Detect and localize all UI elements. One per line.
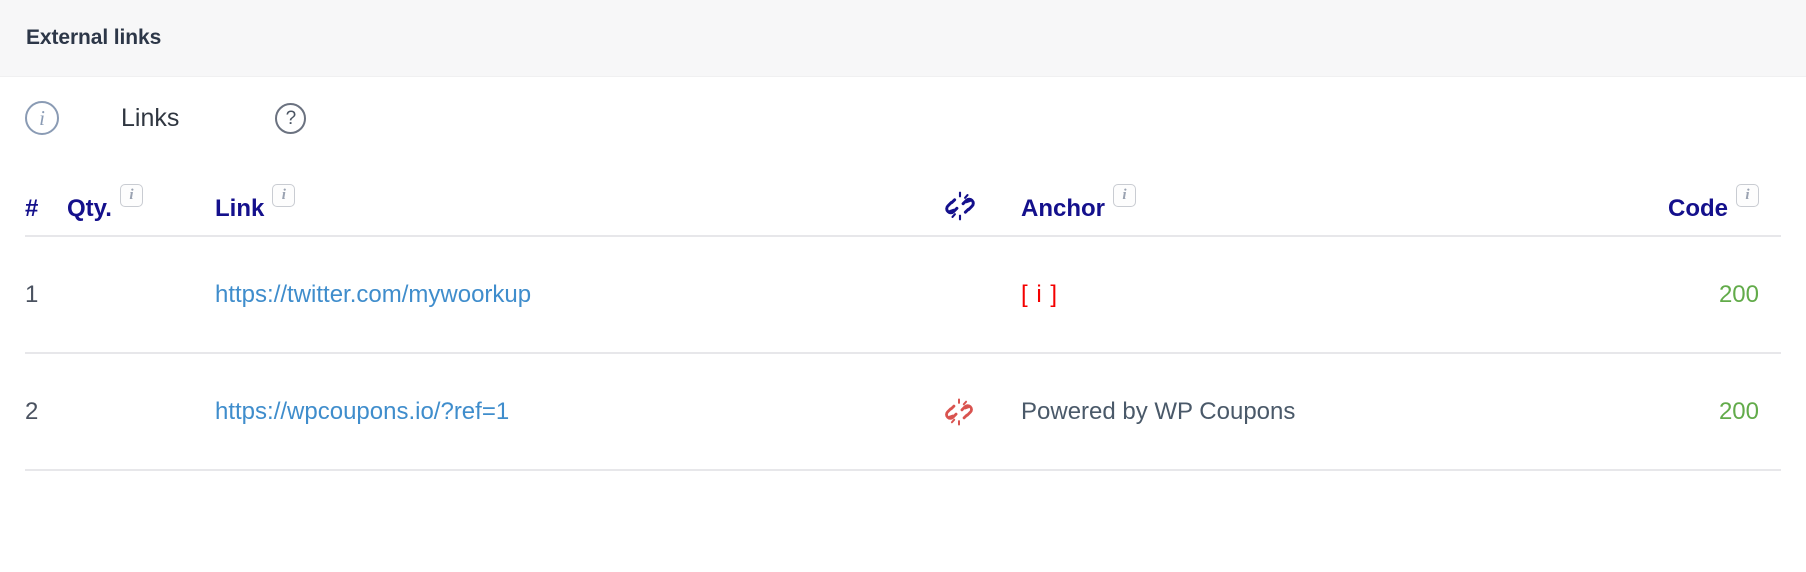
- table-row: 1 https://twitter.com/mywoorkup [ i ] 20…: [25, 237, 1781, 354]
- column-header-qty[interactable]: Qty. i: [67, 184, 215, 223]
- broken-link-icon: [945, 397, 973, 426]
- row-link[interactable]: https://twitter.com/mywoorkup: [215, 281, 531, 308]
- link-info-icon[interactable]: i: [272, 184, 296, 207]
- column-header-qty-label: Qty.: [67, 195, 112, 222]
- external-links-panel: External links i Links ? # Qty. i Link i: [0, 0, 1806, 572]
- help-circle-icon[interactable]: ?: [275, 102, 307, 134]
- row-link-cell: https://twitter.com/mywoorkup: [215, 281, 943, 309]
- column-header-anchor[interactable]: Anchor i: [1021, 184, 1621, 223]
- row-status-code: 200: [1718, 397, 1759, 425]
- info-circle-icon: i: [25, 101, 59, 135]
- column-header-code[interactable]: Code i: [1621, 184, 1781, 223]
- links-section-label: Links: [121, 103, 180, 132]
- code-info-icon[interactable]: i: [1736, 184, 1759, 207]
- row-number: 1: [25, 280, 39, 308]
- page-title: External links: [26, 26, 162, 49]
- column-header-link[interactable]: Link i: [215, 184, 943, 223]
- row-status-code: 200: [1718, 280, 1759, 308]
- external-links-table: # Qty. i Link i Anchor i Code i 1 https:…: [0, 159, 1806, 471]
- column-header-code-label: Code: [1668, 195, 1728, 222]
- card-header: External links: [0, 0, 1806, 77]
- row-number: 2: [25, 397, 39, 425]
- table-header-row: # Qty. i Link i Anchor i Code i: [25, 159, 1781, 237]
- column-header-status-icon[interactable]: [943, 189, 1021, 223]
- column-header-anchor-label: Anchor: [1021, 195, 1105, 222]
- row-link[interactable]: https://wpcoupons.io/?ref=1: [215, 398, 509, 425]
- links-subheader: i Links ?: [0, 77, 1806, 159]
- row-link-cell: https://wpcoupons.io/?ref=1: [215, 398, 943, 426]
- row-status-icon-cell[interactable]: [943, 396, 1021, 428]
- column-header-number-label: #: [25, 195, 39, 222]
- table-row: 2 https://wpcoupons.io/?ref=1 Powered by…: [25, 354, 1781, 471]
- row-anchor: Powered by WP Coupons: [1021, 397, 1296, 425]
- qty-info-icon[interactable]: i: [119, 184, 143, 207]
- row-anchor: [ i ]: [1021, 280, 1059, 308]
- broken-link-icon: [945, 191, 975, 221]
- anchor-info-icon[interactable]: i: [1113, 184, 1136, 207]
- column-header-number[interactable]: #: [25, 195, 67, 223]
- column-header-link-label: Link: [215, 195, 265, 222]
